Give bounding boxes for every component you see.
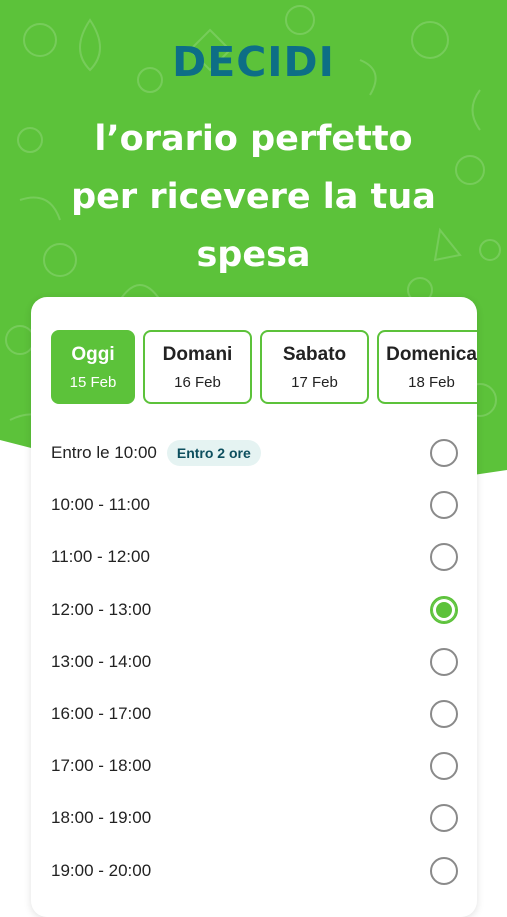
radio-button[interactable] bbox=[430, 752, 458, 781]
radio-button[interactable] bbox=[430, 856, 458, 885]
day-selector: Oggi 15 Feb Domani 16 Feb Sabato 17 Feb … bbox=[51, 330, 477, 410]
express-badge: Entro 2 ore bbox=[166, 440, 261, 467]
time-slot-list: Entro le 10:00 Entro 2 ore 10:00 - 11:00… bbox=[31, 427, 477, 897]
time-slot-row[interactable]: Entro le 10:00 Entro 2 ore bbox=[31, 427, 477, 479]
time-slot-label: 16:00 - 17:00 bbox=[51, 704, 152, 724]
day-date: 17 Feb bbox=[291, 374, 338, 391]
tagline: l’orario perfetto per ricevere la tua sp… bbox=[0, 110, 507, 284]
day-tab-domani[interactable]: Domani 16 Feb bbox=[143, 330, 252, 404]
time-slot-label: 12:00 - 13:00 bbox=[51, 599, 152, 619]
day-name: Domani bbox=[162, 344, 233, 365]
day-name: Domenica bbox=[386, 344, 477, 365]
time-slot-row[interactable]: 13:00 - 14:00 bbox=[31, 636, 477, 688]
time-slot-row[interactable]: 10:00 - 11:00 bbox=[31, 479, 477, 531]
radio-button[interactable] bbox=[430, 700, 458, 729]
day-tab-domenica[interactable]: Domenica 18 Feb bbox=[377, 330, 477, 404]
day-date: 15 Feb bbox=[69, 374, 117, 391]
day-date: 16 Feb bbox=[174, 374, 221, 391]
tagline-line: l’orario perfetto bbox=[94, 119, 413, 159]
time-slot-label: 13:00 - 14:00 bbox=[51, 651, 152, 671]
radio-button[interactable] bbox=[430, 439, 458, 468]
day-tab-sabato[interactable]: Sabato 17 Feb bbox=[260, 330, 369, 404]
time-slot-row[interactable]: 11:00 - 12:00 bbox=[31, 531, 477, 583]
tagline-line: spesa bbox=[196, 235, 311, 275]
time-slot-label: 11:00 - 12:00 bbox=[51, 547, 150, 567]
day-tab-oggi[interactable]: Oggi 15 Feb bbox=[51, 330, 135, 404]
brand-title: DECIDI bbox=[172, 38, 335, 86]
radio-button[interactable] bbox=[430, 647, 458, 676]
time-slot-label: 18:00 - 19:00 bbox=[51, 808, 152, 828]
day-name: Sabato bbox=[282, 344, 347, 365]
time-slot-row[interactable]: 18:00 - 19:00 bbox=[31, 792, 477, 844]
day-name: Oggi bbox=[71, 344, 115, 365]
delivery-slot-card: Oggi 15 Feb Domani 16 Feb Sabato 17 Feb … bbox=[31, 297, 477, 917]
time-slot-row[interactable]: 12:00 - 13:00 bbox=[31, 584, 477, 636]
radio-button-selected[interactable] bbox=[430, 595, 458, 624]
radio-button[interactable] bbox=[430, 543, 458, 572]
time-slot-row[interactable]: 17:00 - 18:00 bbox=[31, 740, 477, 792]
radio-button[interactable] bbox=[430, 491, 458, 520]
day-date: 18 Feb bbox=[408, 374, 455, 391]
time-slot-row[interactable]: 19:00 - 20:00 bbox=[31, 845, 477, 897]
time-slot-label: 19:00 - 20:00 bbox=[51, 860, 152, 880]
radio-dot bbox=[436, 601, 452, 618]
time-slot-row[interactable]: 16:00 - 17:00 bbox=[31, 688, 477, 740]
radio-button[interactable] bbox=[430, 804, 458, 833]
time-slot-label: 17:00 - 18:00 bbox=[51, 756, 152, 776]
time-slot-label: Entro le 10:00 bbox=[51, 443, 157, 463]
tagline-line: per ricevere la tua bbox=[71, 177, 436, 217]
time-slot-label: 10:00 - 11:00 bbox=[51, 495, 150, 515]
